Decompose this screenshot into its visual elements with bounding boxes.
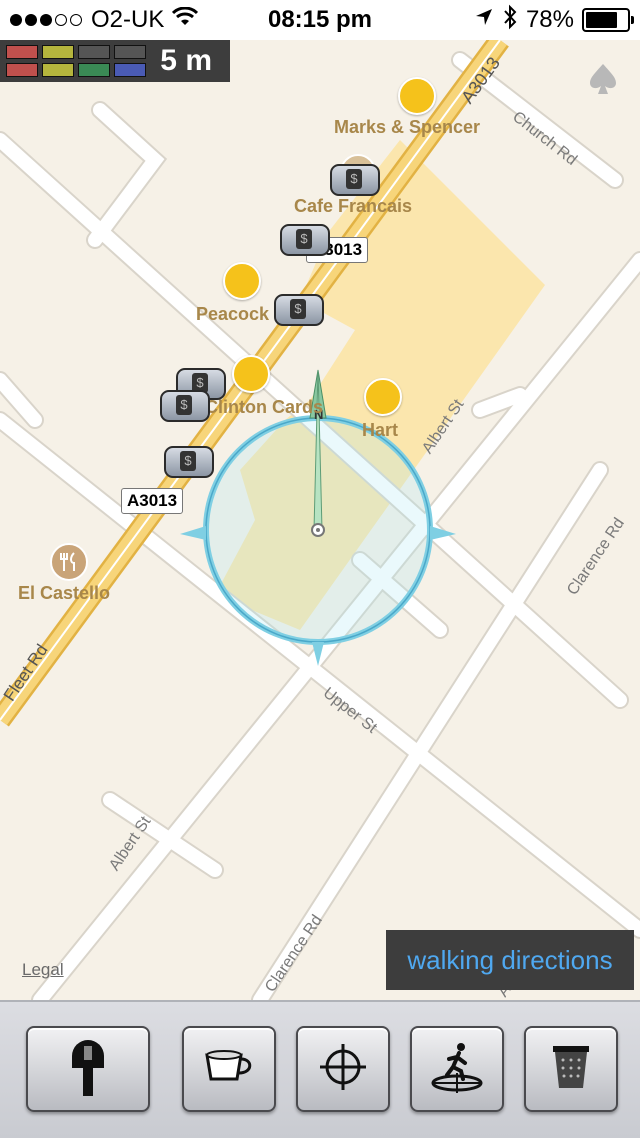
- parking-meter-marker[interactable]: $: [330, 164, 380, 196]
- walking-button[interactable]: [410, 1026, 504, 1112]
- parking-meter-marker[interactable]: $: [274, 294, 324, 326]
- place-label-hart: Hart: [362, 420, 399, 440]
- color-swatch[interactable]: [78, 45, 110, 59]
- walking-person-icon: [429, 1039, 485, 1100]
- status-bar: O2-UK 08:15 pm 78%: [0, 0, 640, 40]
- accuracy-panel: 5 m: [0, 40, 230, 82]
- coffee-cup-icon: [201, 1047, 257, 1092]
- walking-directions-button[interactable]: walking directions: [386, 930, 634, 990]
- color-swatch[interactable]: [78, 63, 110, 77]
- parking-meter-icon: [68, 1036, 108, 1103]
- bluetooth-icon: [502, 4, 518, 37]
- trash-can-icon: [549, 1042, 593, 1097]
- bottom-toolbar: [0, 1000, 640, 1138]
- shop-bag-icon[interactable]: [398, 77, 436, 115]
- carrier-signal: O2-UK: [10, 0, 199, 40]
- parking-meter-marker[interactable]: $: [160, 390, 210, 422]
- shop-bag-icon[interactable]: [232, 355, 270, 393]
- accuracy-value: 5 m: [160, 44, 212, 77]
- road-shield-a3013: A3013: [121, 488, 184, 514]
- place-label-cafe-francais: Cafe Francais: [294, 196, 413, 216]
- color-swatch[interactable]: [6, 63, 38, 77]
- status-right: 78%: [474, 0, 634, 40]
- location-arrow-icon: [474, 6, 494, 34]
- battery-percent: 78%: [525, 6, 574, 33]
- place-label-peacock: Peacock: [196, 304, 270, 324]
- parking-meter-marker[interactable]: $: [164, 446, 214, 478]
- place-label-el-castello: El Castello: [18, 583, 111, 603]
- wifi-icon: [172, 6, 199, 34]
- carrier-name: O2-UK: [91, 6, 165, 33]
- signal-strength-icon: [10, 14, 85, 26]
- color-swatch[interactable]: [6, 45, 38, 59]
- coffee-cup-button[interactable]: [182, 1026, 276, 1112]
- shop-bag-icon[interactable]: [223, 262, 261, 300]
- trash-button[interactable]: [524, 1026, 618, 1112]
- parking-meter-marker[interactable]: $: [280, 224, 330, 256]
- place-label-marks-spencer: Marks & Spencer: [334, 117, 481, 137]
- color-swatch[interactable]: [114, 63, 146, 77]
- shop-bag-icon[interactable]: [364, 378, 402, 416]
- restaurant-icon[interactable]: [50, 543, 88, 581]
- crosshair-icon: [318, 1042, 368, 1097]
- color-swatch[interactable]: [114, 45, 146, 59]
- place-label-clinton-cards: Clinton Cards: [205, 397, 324, 417]
- spade-icon[interactable]: [588, 60, 618, 100]
- parking-meter-button[interactable]: [26, 1026, 150, 1112]
- color-swatch[interactable]: [42, 63, 74, 77]
- map-canvas: [0, 40, 640, 1000]
- map-view[interactable]: N Marks & Spencer Cafe Francais Peacock …: [0, 40, 640, 1000]
- target-button[interactable]: [296, 1026, 390, 1112]
- color-swatch[interactable]: [42, 45, 74, 59]
- battery-icon: [582, 8, 634, 32]
- legal-link[interactable]: Legal: [22, 960, 64, 980]
